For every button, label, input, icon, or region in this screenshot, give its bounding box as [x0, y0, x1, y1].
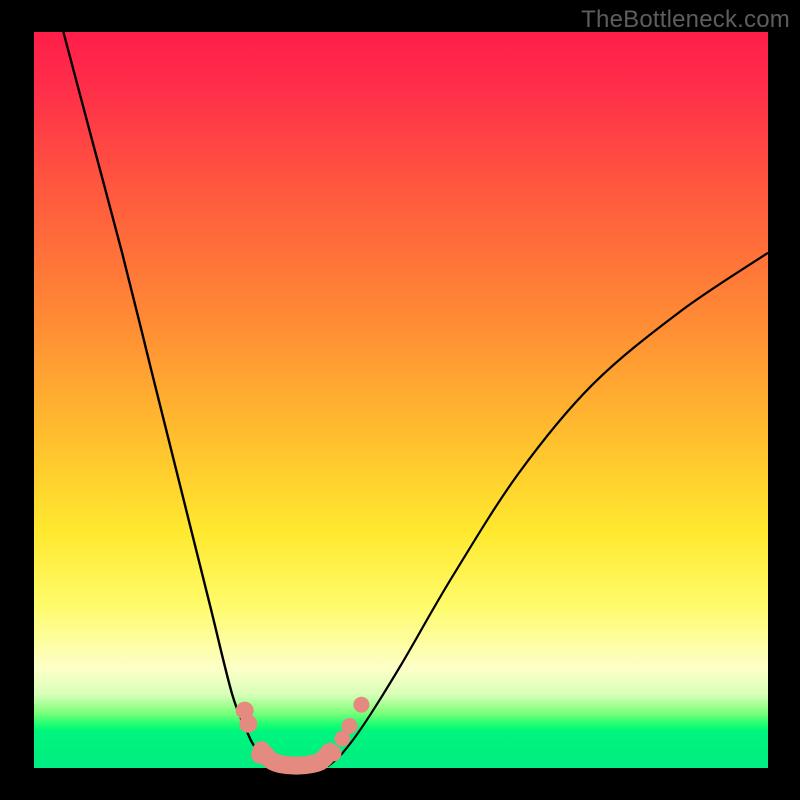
outer-frame: TheBottleneck.com [0, 0, 800, 800]
left-markers [236, 702, 269, 764]
valley-segment [262, 750, 330, 765]
chart-svg [34, 32, 768, 768]
right-markers [326, 697, 370, 762]
data-marker [239, 715, 257, 733]
data-marker [251, 746, 269, 764]
watermark-text: TheBottleneck.com [581, 6, 790, 34]
left-curve [63, 32, 276, 767]
data-marker [326, 745, 342, 761]
data-marker [353, 697, 369, 713]
data-marker [342, 718, 358, 734]
chart-panel [34, 32, 768, 768]
right-curve [328, 253, 768, 767]
